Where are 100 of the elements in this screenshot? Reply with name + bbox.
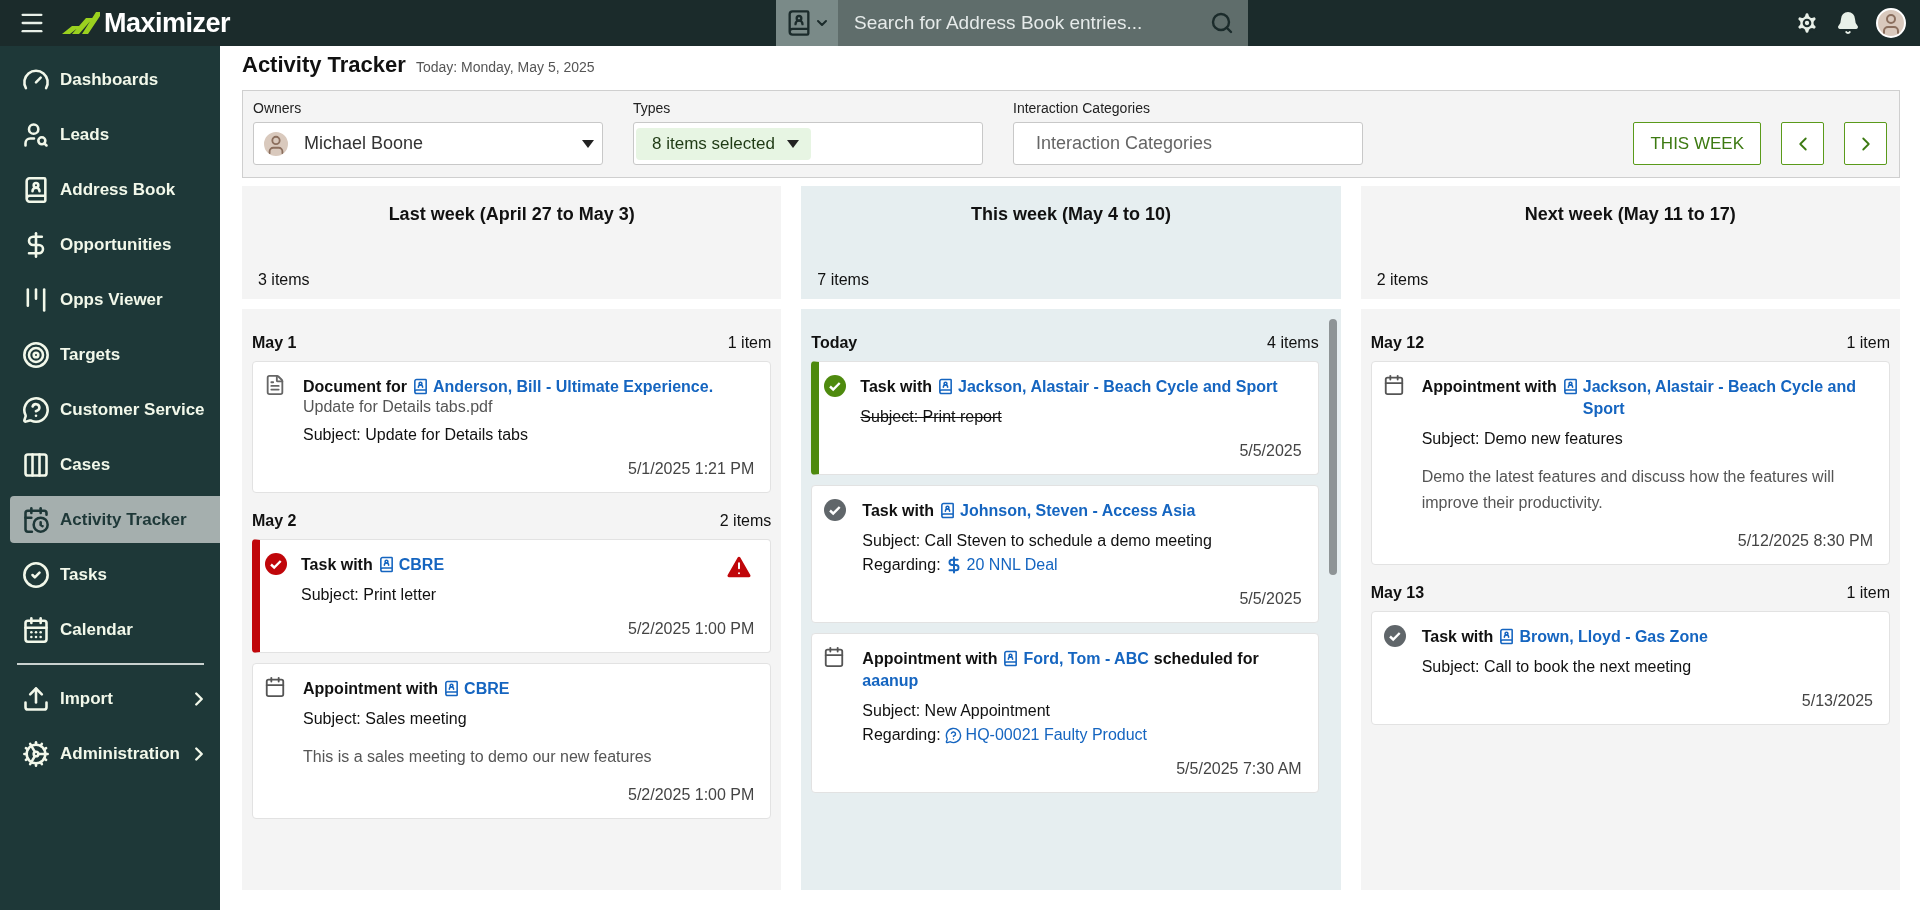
contact-link[interactable]: CBRE <box>377 554 445 576</box>
file-name: Update for Details tabs.pdf <box>303 398 494 416</box>
day-count: 1 item <box>1846 334 1890 352</box>
address-book-icon <box>1002 650 1020 667</box>
nav-item[interactable]: Targets <box>10 331 220 378</box>
logo-text: Maximizer <box>104 7 231 39</box>
contact-link[interactable]: Jackson, Alastair - Beach Cycle and Sport <box>937 376 1278 398</box>
day-count: 1 item <box>1846 584 1890 602</box>
owner-select[interactable]: Michael Boone <box>253 122 603 165</box>
activity-type: Appointment with <box>303 679 439 699</box>
speech-bubble-icon <box>944 726 962 744</box>
scrollbar[interactable] <box>1328 319 1337 575</box>
week-title: Last week (April 27 to May 3) <box>387 204 636 225</box>
activity-type: scheduled for <box>1153 649 1259 669</box>
activity-card[interactable]: Task with Johnson, Steven - Access Asia Subject: Call Steven to schedule a demo meeting Regarding: 20 NNL Deal 5/5/2025 <box>811 485 1319 623</box>
address-book-icon <box>937 378 955 395</box>
categories-field[interactable]: Interaction Categories <box>1013 122 1363 165</box>
nav-item[interactable]: Calendar <box>10 606 220 653</box>
nav-item[interactable]: Import <box>10 675 220 722</box>
contact-link[interactable]: Brown, Lloyd - Gas Zone <box>1498 626 1708 648</box>
description-text: This is a sales meeting to demo our new features <box>303 747 653 767</box>
activity-date: 5/12/2025 8:30 PM <box>1736 532 1873 550</box>
activity-card[interactable]: Appointment with CBRE Subject: Sales meeting This is a sales meeting to demo our new features 5/2/2025 1:00 PM <box>252 663 772 819</box>
nav-item[interactable]: Opps Viewer <box>10 276 220 323</box>
nav-item[interactable]: Tasks <box>10 551 220 598</box>
nav-item[interactable]: Opportunities <box>10 221 220 268</box>
subject-text: Subject: Print report <box>860 408 1003 426</box>
activity-card[interactable]: Appointment with Ford, Tom - ABC scheduled for aaanup Subject: New Appointment Regarding: HQ-00021 Faulty Product 5/5/2025 7:30 AM <box>811 633 1319 793</box>
item-count: 7 items <box>817 271 870 289</box>
address-book-icon <box>939 502 957 519</box>
contact-link[interactable]: Johnson, Steven - Access Asia <box>939 500 1196 522</box>
subject-text: Subject: Print letter <box>301 586 438 604</box>
subject-text: Subject: Call to book the next meeting <box>1421 658 1693 676</box>
activity-date: 5/1/2025 1:21 PM <box>627 460 755 478</box>
activity-date: 5/2/2025 1:00 PM <box>627 620 755 638</box>
nav-item[interactable]: Activity Tracker <box>10 496 220 543</box>
day-label: May 1 <box>252 334 297 352</box>
search-input[interactable]: Search for Address Book entries... <box>852 11 1211 35</box>
day-label: May 2 <box>252 512 297 530</box>
subject-text: Subject: Update for Details tabs <box>303 426 529 444</box>
nav-item[interactable]: Customer Service <box>10 386 220 433</box>
calendar-icon <box>264 676 286 698</box>
item-count: 3 items <box>258 271 311 289</box>
selection-chip[interactable]: 8 items selected <box>636 127 811 160</box>
activity-type: Task with <box>1421 627 1494 647</box>
activity-type: Document for <box>303 377 407 397</box>
types-select[interactable]: 8 items selected <box>633 122 983 165</box>
next-button[interactable] <box>1844 122 1887 165</box>
caret-icon <box>582 139 594 148</box>
item-count: 2 items <box>1376 271 1430 289</box>
logo-icon <box>60 10 100 36</box>
page-title: Activity Tracker <box>242 52 406 78</box>
subject-text: Subject: New Appointment <box>862 702 1051 720</box>
activity-card[interactable]: Document for Anderson, Bill - Ultimate Experience. Update for Details tabs.pdf Subject: Update for Details tabs 5/1/2025 1:21 PM <box>252 361 772 493</box>
user-avatar[interactable] <box>1876 8 1906 38</box>
nav-item[interactable]: Administration <box>10 730 220 777</box>
day-count: 4 items <box>1267 334 1319 352</box>
search-scope-button[interactable] <box>776 0 839 46</box>
activity-type: Task with <box>860 377 933 397</box>
activity-date: 5/5/2025 <box>1238 442 1302 460</box>
regarding-link[interactable]: HQ-00021 Faulty Product <box>944 726 1148 744</box>
day-count: 1 item <box>727 334 772 352</box>
today-date: Today: Monday, May 5, 2025 <box>415 59 595 75</box>
search-field[interactable]: Search for Address Book entries... <box>838 0 1249 46</box>
nav-item[interactable]: Cases <box>10 441 220 488</box>
subject-text: Subject: Sales meeting <box>303 710 468 728</box>
week-title: Next week (May 11 to 17) <box>1523 204 1737 225</box>
day-label: May 13 <box>1370 584 1425 602</box>
search-icon <box>1210 11 1235 35</box>
activity-card[interactable]: Task with Jackson, Alastair - Beach Cycle and Sport Subject: Print report 5/5/2025 <box>811 361 1319 475</box>
activity-type: Task with <box>862 501 935 521</box>
activity-card[interactable]: Appointment with Jackson, Alastair - Beach Cycle and Sport Subject: Demo new features Demo the latest features and discuss how the features will improve their productivity. 5/12/2025 8:30 PM <box>1370 361 1890 565</box>
address-book-icon <box>412 378 429 395</box>
address-book-icon <box>377 556 395 573</box>
bell-icon[interactable] <box>1836 11 1860 35</box>
nav-item[interactable]: Dashboards <box>10 56 220 103</box>
contact-link[interactable]: CBRE <box>443 678 510 700</box>
contact-link[interactable]: Ford, Tom - ABC <box>1002 648 1149 670</box>
address-book-icon <box>1498 628 1516 645</box>
calendar-icon <box>1382 374 1405 396</box>
address-book-icon <box>443 680 461 697</box>
nav-item[interactable]: Address Book <box>10 166 220 213</box>
regarding-label: Regarding: <box>862 556 941 574</box>
previous-button[interactable] <box>1781 122 1824 165</box>
contact-link[interactable]: Anderson, Bill - Ultimate Experience. <box>412 376 714 398</box>
activity-date: 5/2/2025 1:00 PM <box>627 786 755 804</box>
this-week-button[interactable]: THIS WEEK <box>1633 122 1761 165</box>
activity-card[interactable]: Task with Brown, Lloyd - Gas Zone Subject: Call to book the next meeting 5/13/2025 <box>1370 611 1890 725</box>
field-label: Types <box>633 100 672 116</box>
contact-link[interactable]: Jackson, Alastair - Beach Cycle and Sport <box>1561 376 1879 420</box>
regarding-link[interactable]: 20 NNL Deal <box>944 556 1058 574</box>
nav-item[interactable]: Leads <box>10 111 220 158</box>
caret-icon <box>786 139 799 148</box>
user-link[interactable]: aaanup <box>862 670 919 692</box>
activity-date: 5/5/2025 7:30 AM <box>1175 760 1302 778</box>
nav-icon <box>20 739 52 768</box>
activity-type: Appointment with <box>862 649 998 669</box>
regarding-label: Regarding: <box>862 726 941 744</box>
activity-card[interactable]: Task with CBRE Subject: Print letter 5/2/2025 1:00 PM <box>252 539 772 653</box>
nav-icon <box>20 340 52 369</box>
